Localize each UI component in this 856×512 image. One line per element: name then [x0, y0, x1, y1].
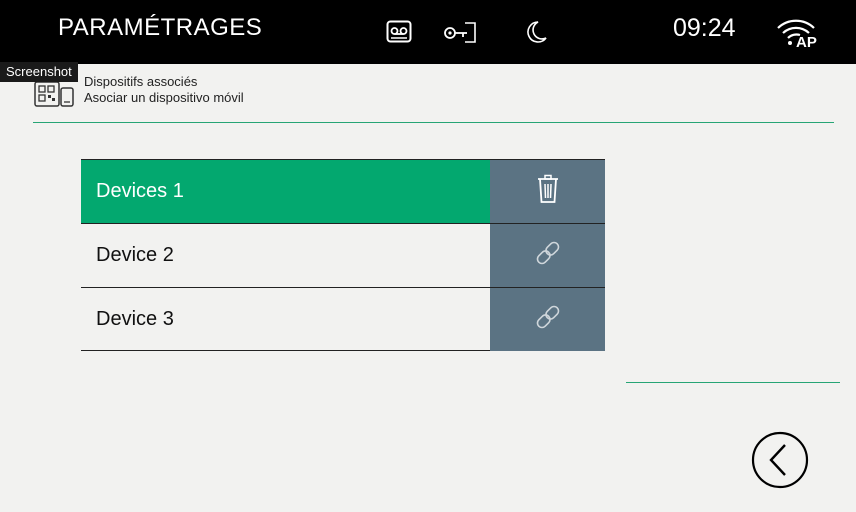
header-line-1: Dispositifs associés	[84, 74, 198, 89]
chevron-left-circle-icon	[750, 431, 810, 494]
qr-device-icon	[34, 78, 76, 115]
header-text: Dispositifs associés Asociar un disposit…	[84, 74, 244, 106]
device-name[interactable]: Device 2	[81, 224, 490, 287]
link-device-button[interactable]	[490, 224, 605, 287]
page-title: PARAMÉTRAGES	[58, 14, 263, 41]
device-row-2[interactable]: Device 2	[81, 223, 605, 287]
device-name[interactable]: Devices 1	[81, 160, 490, 223]
link-device-button[interactable]	[490, 288, 605, 351]
device-list: Devices 1 Device 2 Device 3	[81, 159, 605, 351]
back-button[interactable]	[750, 430, 810, 495]
device-name[interactable]: Device 3	[81, 288, 490, 351]
header-divider	[33, 122, 834, 123]
device-row-3[interactable]: Device 3	[81, 287, 605, 351]
voicemail-icon	[386, 20, 412, 49]
door-key-icon	[443, 20, 477, 49]
header-line-2: Asociar un dispositivo móvil	[84, 90, 244, 105]
clock-time: 09:24	[673, 14, 736, 42]
wifi-ap-icon: AP	[774, 16, 820, 53]
delete-device-button[interactable]	[490, 160, 605, 223]
moon-icon	[526, 20, 548, 49]
trash-icon	[535, 174, 561, 209]
link-icon	[534, 303, 562, 336]
top-bar: PARAMÉTRAGES 09:24 AP	[0, 0, 856, 64]
wifi-ap-label: AP	[796, 34, 817, 48]
device-row-1[interactable]: Devices 1	[81, 159, 605, 223]
link-icon	[534, 239, 562, 272]
side-divider	[626, 382, 840, 383]
screenshot-tooltip: Screenshot	[0, 62, 78, 82]
